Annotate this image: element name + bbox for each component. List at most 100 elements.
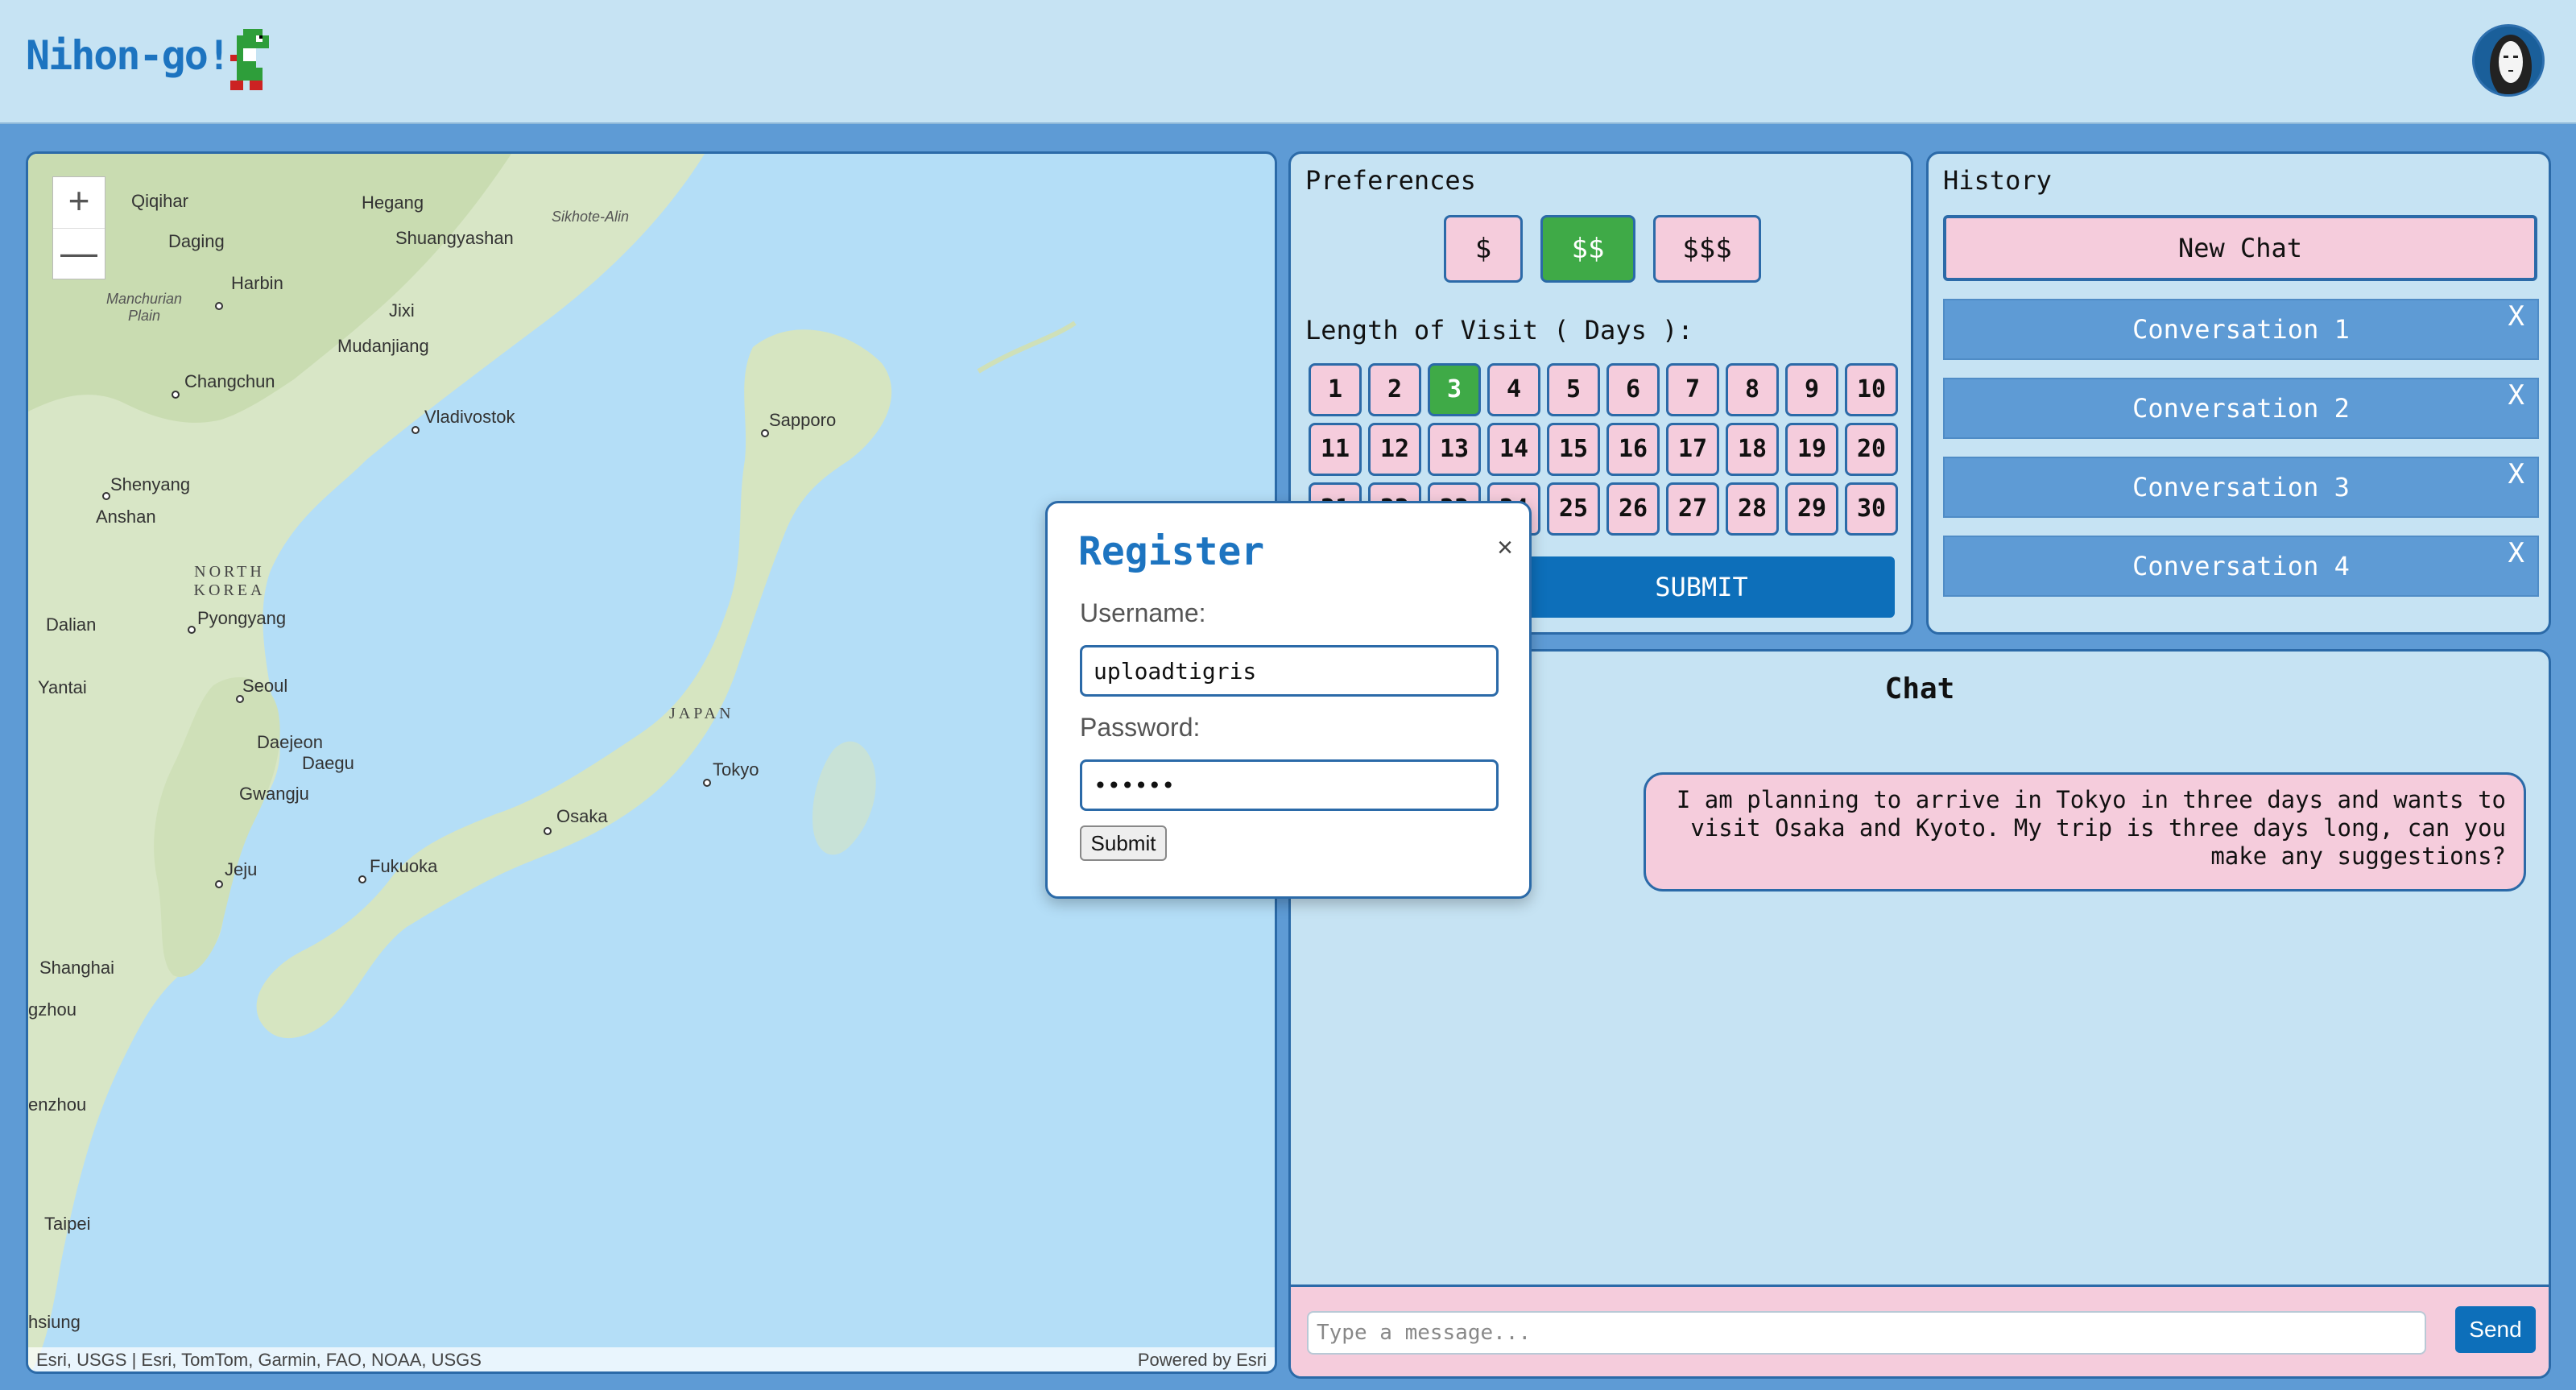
map-label-daging: Daging xyxy=(168,231,225,251)
map-label-manchurian-plain: Manchurian Plain xyxy=(105,291,183,324)
day-option-26[interactable]: 26 xyxy=(1606,482,1660,536)
user-avatar[interactable] xyxy=(2472,24,2545,97)
map-zoom-controls: + — xyxy=(52,176,105,279)
map-label-hsiung: hsiung xyxy=(28,1312,81,1332)
map-label-jixi: Jixi xyxy=(389,300,415,321)
password-label: Password: xyxy=(1080,713,1201,742)
map-attribution-text[interactable]: Esri, USGS | Esri, TomTom, Garmin, FAO, … xyxy=(36,1350,482,1370)
map-label-vladivostok: Vladivostok xyxy=(424,407,515,427)
map-label-daegu: Daegu xyxy=(302,753,354,773)
close-icon[interactable]: × xyxy=(1497,532,1513,564)
username-label: Username: xyxy=(1080,598,1206,627)
day-option-12[interactable]: 12 xyxy=(1368,423,1421,476)
zoom-in-button[interactable]: + xyxy=(53,177,105,228)
map-label-qiqihar: Qiqihar xyxy=(131,191,188,211)
day-option-10[interactable]: 10 xyxy=(1845,363,1898,416)
new-chat-button[interactable]: New Chat xyxy=(1943,215,2537,281)
delete-conversation-icon[interactable]: X xyxy=(2508,366,2524,424)
day-option-25[interactable]: 25 xyxy=(1547,482,1600,536)
day-option-29[interactable]: 29 xyxy=(1785,482,1838,536)
map-city-marker xyxy=(703,779,711,787)
day-option-20[interactable]: 20 xyxy=(1845,423,1898,476)
day-option-16[interactable]: 16 xyxy=(1606,423,1660,476)
map-label-shanghai: Shanghai xyxy=(39,958,114,978)
preferences-title: Preferences xyxy=(1305,165,1476,196)
map-label-seoul: Seoul xyxy=(242,676,288,696)
history-panel: History New Chat Conversation 1 X Conver… xyxy=(1926,151,2551,635)
day-option-28[interactable]: 28 xyxy=(1726,482,1779,536)
map-label-tokyo: Tokyo xyxy=(713,759,759,780)
conversation-item[interactable]: Conversation 4 X xyxy=(1943,536,2539,597)
map-label-anshan: Anshan xyxy=(96,507,156,527)
map-label-hegang: Hegang xyxy=(362,192,424,213)
conversation-label: Conversation 4 xyxy=(2132,551,2350,581)
map-city-marker xyxy=(172,391,180,399)
map-label-shenyang: Shenyang xyxy=(110,474,191,494)
conversation-item[interactable]: Conversation 3 X xyxy=(1943,457,2539,518)
day-option-11[interactable]: 11 xyxy=(1309,423,1362,476)
day-option-18[interactable]: 18 xyxy=(1726,423,1779,476)
zoom-out-button[interactable]: — xyxy=(53,228,105,279)
map-label-enzhou: enzhou xyxy=(28,1094,87,1115)
price-option-high[interactable]: $$$ xyxy=(1653,215,1761,283)
no-face-avatar-icon xyxy=(2475,27,2542,94)
length-of-visit-label: Length of Visit ( Days ): xyxy=(1305,315,1693,345)
map-label-north-korea: NORTH KOREA xyxy=(193,563,266,599)
map-powered-by[interactable]: Powered by Esri xyxy=(1138,1350,1267,1371)
day-option-8[interactable]: 8 xyxy=(1726,363,1779,416)
register-modal: Register × Username: Password: Submit xyxy=(1045,501,1532,899)
day-option-30[interactable]: 30 xyxy=(1845,482,1898,536)
map-city-marker xyxy=(761,429,769,437)
day-option-14[interactable]: 14 xyxy=(1487,423,1540,476)
send-button[interactable]: Send xyxy=(2455,1306,2536,1353)
map-city-marker xyxy=(188,626,196,634)
register-submit-button[interactable]: Submit xyxy=(1080,825,1167,861)
day-option-1[interactable]: 1 xyxy=(1309,363,1362,416)
map-label-taipei: Taipei xyxy=(44,1214,91,1234)
map-city-marker xyxy=(544,827,552,835)
map-city-marker xyxy=(358,875,366,883)
chat-input-bar: Send xyxy=(1291,1285,2549,1376)
conversation-item[interactable]: Conversation 2 X xyxy=(1943,378,2539,439)
map-label-pyongyang: Pyongyang xyxy=(197,608,287,628)
map-label-japan: JAPAN xyxy=(669,705,734,722)
day-option-4[interactable]: 4 xyxy=(1487,363,1540,416)
price-option-mid[interactable]: $$ xyxy=(1540,215,1635,283)
map-label-gzhou: gzhou xyxy=(28,999,76,1020)
map-label-yantai: Yantai xyxy=(38,677,87,697)
day-option-9[interactable]: 9 xyxy=(1785,363,1838,416)
user-message-bubble: I am planning to arrive in Tokyo in thre… xyxy=(1644,772,2526,892)
map-label-harbin: Harbin xyxy=(231,273,283,293)
day-option-6[interactable]: 6 xyxy=(1606,363,1660,416)
history-title: History xyxy=(1943,165,2052,196)
delete-conversation-icon[interactable]: X xyxy=(2508,288,2524,345)
price-option-low[interactable]: $ xyxy=(1444,215,1523,283)
day-option-13[interactable]: 13 xyxy=(1428,423,1481,476)
conversation-item[interactable]: Conversation 1 X xyxy=(1943,299,2539,360)
map-label-mudanjiang: Mudanjiang xyxy=(337,336,429,356)
password-field[interactable] xyxy=(1080,759,1499,811)
day-option-3[interactable]: 3 xyxy=(1428,363,1481,416)
map-label-sikhote-alin: Sikhote-Alin xyxy=(552,209,630,225)
username-field[interactable] xyxy=(1080,645,1499,697)
message-input[interactable] xyxy=(1307,1311,2426,1355)
yoshi-logo-icon xyxy=(230,29,269,90)
map-label-osaka: Osaka xyxy=(556,806,608,826)
map-city-marker xyxy=(236,695,244,703)
app-header: Nihon-go! xyxy=(0,0,2576,124)
day-option-2[interactable]: 2 xyxy=(1368,363,1421,416)
day-option-7[interactable]: 7 xyxy=(1666,363,1719,416)
map-city-marker xyxy=(102,492,110,500)
map-label-gwangju: Gwangju xyxy=(239,784,309,804)
delete-conversation-icon[interactable]: X xyxy=(2508,445,2524,503)
day-option-17[interactable]: 17 xyxy=(1666,423,1719,476)
map-label-shuangyashan: Shuangyashan xyxy=(395,228,514,248)
day-option-27[interactable]: 27 xyxy=(1666,482,1719,536)
preferences-submit-button[interactable]: SUBMIT xyxy=(1508,556,1895,618)
day-option-5[interactable]: 5 xyxy=(1547,363,1600,416)
conversation-label: Conversation 1 xyxy=(2132,314,2350,345)
day-option-15[interactable]: 15 xyxy=(1547,423,1600,476)
brand-title[interactable]: Nihon-go! xyxy=(26,32,231,79)
day-option-19[interactable]: 19 xyxy=(1785,423,1838,476)
delete-conversation-icon[interactable]: X xyxy=(2508,524,2524,582)
